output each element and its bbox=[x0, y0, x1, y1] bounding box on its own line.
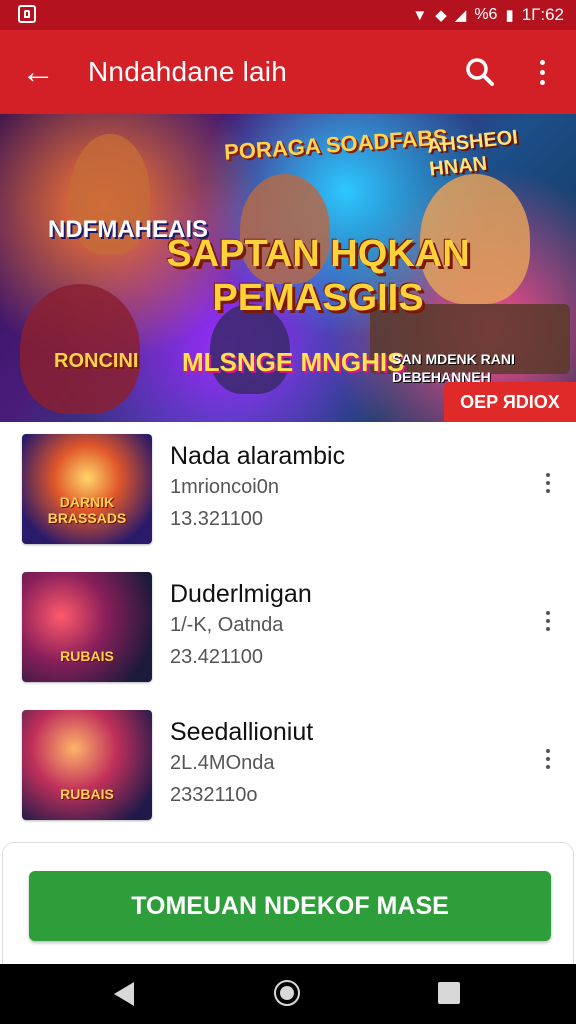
banner-subtitle: AHSHEOI HNAN bbox=[426, 126, 519, 181]
promo-banner[interactable]: PORAGA SOADFABS AHSHEOI HNAN NDFMAHEAIS … bbox=[0, 114, 576, 422]
banner-badge[interactable]: OEP ЯDIOX bbox=[444, 382, 576, 422]
clock: 1Г:62 bbox=[521, 5, 564, 24]
back-arrow-icon[interactable]: ← bbox=[18, 50, 58, 94]
game-thumbnail: RUBAIS bbox=[22, 572, 152, 682]
list-item[interactable]: DARNIK BRASSADS Nada alarambic 1mrioncoi… bbox=[0, 422, 576, 560]
game-count: 2332110o bbox=[170, 784, 258, 806]
app-bar: ← Nndahdane laih bbox=[0, 30, 576, 114]
thumbnail-label: DARNIK BRASSADS bbox=[47, 494, 127, 526]
item-more-icon[interactable] bbox=[538, 744, 558, 774]
search-icon[interactable] bbox=[460, 52, 500, 92]
battery-icon: ▮ bbox=[505, 7, 514, 24]
nav-back-icon[interactable] bbox=[114, 982, 134, 1006]
banner-headline: SAPTAN HQKAN PEMASGIIS bbox=[166, 233, 470, 319]
game-meta: 2L.4MOnda bbox=[170, 752, 275, 774]
item-more-icon[interactable] bbox=[538, 468, 558, 498]
game-count: 13.321100 bbox=[170, 508, 264, 530]
game-thumbnail: RUBAIS bbox=[22, 710, 152, 820]
primary-action-button[interactable]: TOMEUAN NDEKOF MASE bbox=[29, 871, 551, 941]
game-title: Nada alarambic bbox=[170, 442, 346, 470]
nav-recents-icon[interactable] bbox=[438, 982, 460, 1004]
game-title: Seedallioniut bbox=[170, 718, 314, 746]
system-nav-bar bbox=[0, 964, 576, 1024]
game-list: DARNIK BRASSADS Nada alarambic 1mrioncoi… bbox=[0, 422, 576, 836]
banner-subtitle: SAN MDENK RANI DEBEHANNEH bbox=[392, 351, 515, 385]
signal-icon: ◢ bbox=[454, 7, 467, 24]
game-meta: 1mrioncoi0n bbox=[170, 476, 279, 498]
game-count: 23.421100 bbox=[170, 646, 264, 668]
wifi-icon: ▼ bbox=[412, 6, 428, 24]
list-item[interactable]: RUBAIS Seedallioniut 2L.4MOnda 2332110o bbox=[0, 698, 576, 836]
item-more-icon[interactable] bbox=[538, 606, 558, 636]
bottom-action-card: TOMEUAN NDEKOF MASE bbox=[2, 842, 574, 966]
banner-subtitle: MLSNGE MNGHIS bbox=[182, 347, 405, 377]
game-thumbnail: DARNIK BRASSADS bbox=[22, 434, 152, 544]
page-title: Nndahdane laih bbox=[88, 56, 287, 87]
thumbnail-label: RUBAIS bbox=[60, 786, 114, 802]
nav-home-icon[interactable] bbox=[274, 980, 300, 1006]
more-options-icon[interactable] bbox=[524, 52, 560, 92]
banner-subtitle: RONCINI bbox=[54, 350, 139, 372]
game-meta: 1/-K, Oatnda bbox=[170, 614, 284, 636]
game-title: Duderlmigan bbox=[170, 580, 312, 608]
status-icons: ▼ ◆ ◢ %6 ▮ 1Г:62 bbox=[412, 4, 564, 26]
list-item[interactable]: RUBAIS Duderlmigan 1/-K, Oatnda 23.42110… bbox=[0, 560, 576, 698]
notification-icon bbox=[18, 5, 36, 23]
thumbnail-label: RUBAIS bbox=[60, 648, 114, 664]
status-bar: ▼ ◆ ◢ %6 ▮ 1Г:62 bbox=[0, 0, 576, 30]
banner-subtitle: PORAGA SOADFABS bbox=[223, 124, 449, 165]
battery-text: %6 bbox=[474, 6, 498, 23]
vibrate-icon: ◆ bbox=[435, 7, 447, 24]
character-art bbox=[20, 284, 140, 414]
